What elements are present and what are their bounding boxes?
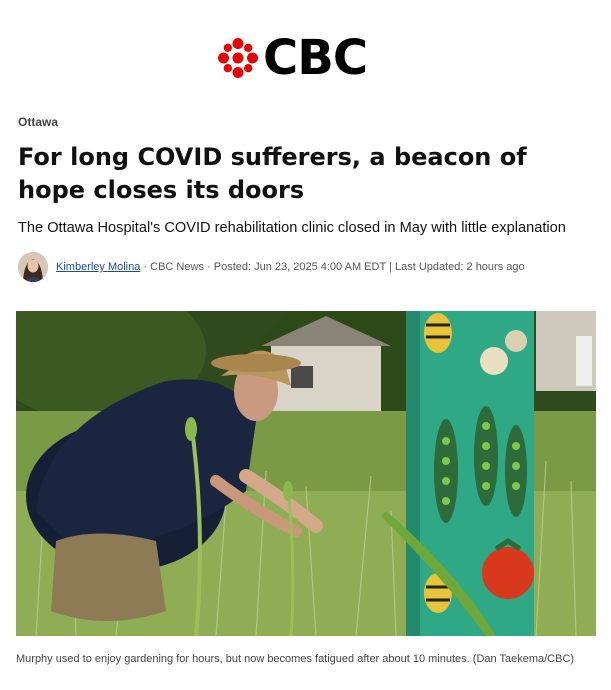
- byline-separator: ·: [140, 261, 151, 273]
- photo-caption: Murphy used to enjoy gardening for hours…: [16, 653, 575, 665]
- byline-text: Kimberley Molina · CBC News · Posted: Ju…: [56, 261, 525, 273]
- byline-separator: ·: [203, 261, 214, 273]
- byline-posted: Posted: Jun 23, 2025 4:00 AM EDT: [213, 261, 386, 273]
- author-portrait-icon: [18, 252, 48, 282]
- byline-separator: |: [385, 261, 395, 273]
- byline-outlet: CBC News: [150, 261, 204, 273]
- byline-updated: Last Updated: 2 hours ago: [394, 261, 525, 273]
- article-headline: For long COVID sufferers, a beacon of ho…: [18, 143, 527, 204]
- cbc-logo[interactable]: CBC: [0, 30, 611, 86]
- garden-photo-icon: [16, 311, 596, 636]
- byline: Kimberley Molina · CBC News · Posted: Ju…: [18, 252, 608, 284]
- cbc-logo-text: CBC: [263, 30, 368, 86]
- author-avatar[interactable]: [18, 252, 48, 282]
- author-link[interactable]: Kimberley Molina: [56, 261, 140, 273]
- cbc-gem-icon: [218, 38, 258, 78]
- article-subhead: The Ottawa Hospital's COVID rehabilitati…: [18, 220, 566, 236]
- section-label[interactable]: Ottawa: [18, 115, 58, 129]
- article-photo: [16, 311, 596, 636]
